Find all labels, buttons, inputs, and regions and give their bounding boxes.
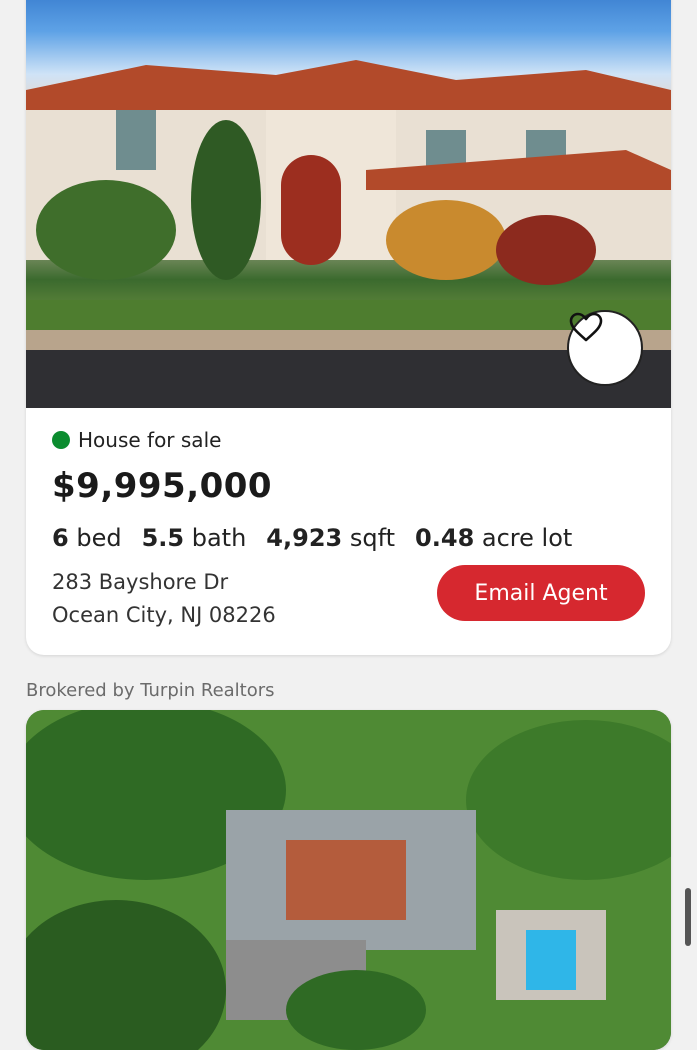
lot-value: 0.48 <box>415 524 475 552</box>
heart-icon <box>569 312 603 342</box>
sqft-label: sqft <box>349 524 396 552</box>
listing-photo[interactable] <box>26 0 671 408</box>
listing-card[interactable] <box>26 710 671 1050</box>
email-agent-button[interactable]: Email Agent <box>437 565 645 621</box>
favorite-button[interactable] <box>567 310 643 386</box>
lot-label: acre lot <box>481 524 573 552</box>
listing-card[interactable]: House for sale $9,995,000 6 bed 5.5 bath… <box>26 0 671 655</box>
lot-spec: 0.48 acre lot <box>415 524 572 552</box>
listing-status: House for sale <box>52 428 645 452</box>
beds-spec: 6 bed <box>52 524 122 552</box>
status-dot-icon <box>52 431 70 449</box>
estate-aerial-illustration <box>26 710 671 1050</box>
baths-spec: 5.5 bath <box>142 524 247 552</box>
baths-label: bath <box>191 524 247 552</box>
baths-value: 5.5 <box>141 524 185 552</box>
listing-price: $9,995,000 <box>52 466 273 506</box>
sqft-value: 4,923 <box>266 524 343 552</box>
status-label: House for sale <box>78 428 222 452</box>
sqft-spec: 4,923 sqft <box>266 524 395 552</box>
broker-label: Brokered by Turpin Realtors <box>26 680 275 701</box>
beds-value: 6 <box>52 524 69 552</box>
beds-label: bed <box>76 524 122 552</box>
listing-specs: 6 bed 5.5 bath 4,923 sqft 0.48 acre lot <box>52 524 645 552</box>
listing-info: House for sale $9,995,000 6 bed 5.5 bath… <box>52 428 645 632</box>
listing-photo[interactable] <box>26 710 671 1050</box>
scrollbar[interactable] <box>685 888 691 946</box>
